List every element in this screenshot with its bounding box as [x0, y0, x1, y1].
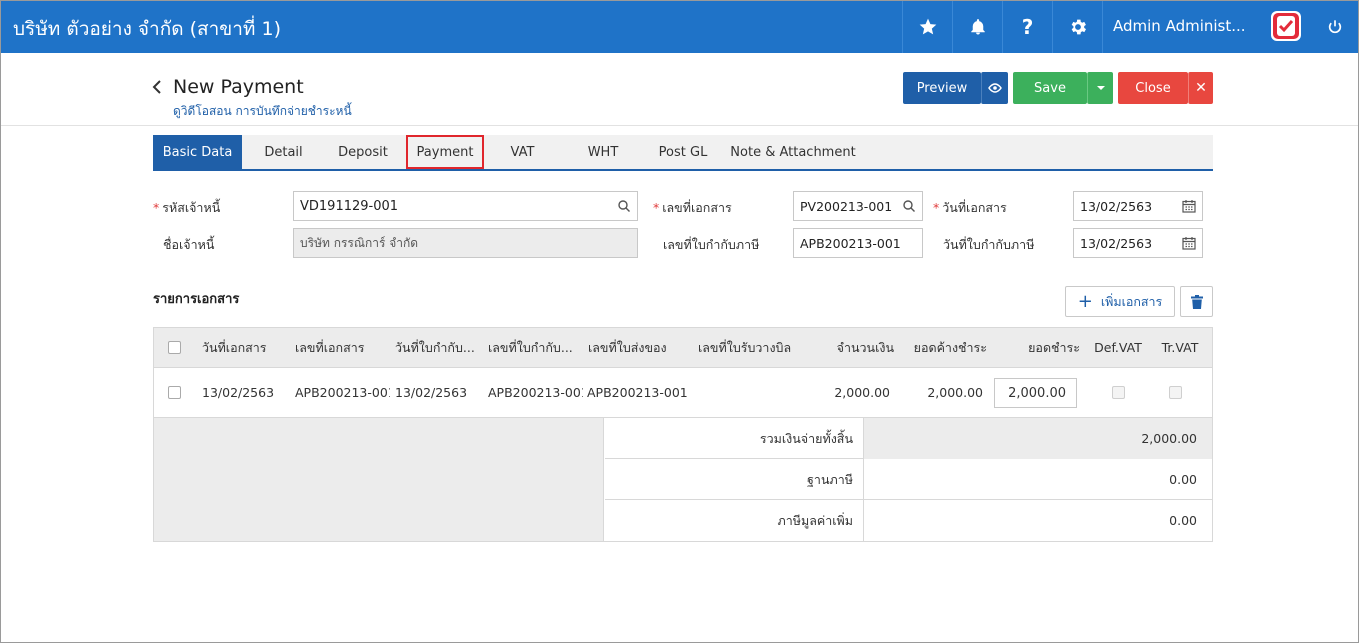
tax-base-value: 0.00: [1169, 472, 1197, 487]
documents-title: รายการเอกสาร: [153, 292, 240, 307]
col-payment[interactable]: ยอดชำระ: [992, 328, 1080, 367]
col-doc-date[interactable]: วันที่เอกสาร: [202, 328, 292, 367]
vat-value: 0.00: [1169, 513, 1197, 528]
tab-vat[interactable]: VAT: [484, 135, 561, 169]
creditor-code-input[interactable]: VD191129-001: [293, 191, 638, 221]
payment-amount-input[interactable]: 2,000.00: [994, 378, 1077, 408]
select-all-checkbox[interactable]: [168, 341, 181, 354]
summary-blank: [154, 418, 604, 541]
search-icon[interactable]: [617, 199, 631, 213]
settings-button[interactable]: [1052, 1, 1102, 53]
tab-deposit[interactable]: Deposit: [325, 135, 401, 169]
preview-button[interactable]: Preview: [903, 72, 981, 104]
app-logo-icon: [1271, 11, 1301, 41]
page-title: New Payment: [173, 76, 304, 98]
summary-tax-base-row: ฐานภาษี 0.00: [605, 459, 1212, 500]
tax-inv-date-input[interactable]: 13/02/2563: [1073, 228, 1203, 258]
cell-doc-date: 13/02/2563: [202, 385, 275, 400]
col-def-vat[interactable]: Def.VAT: [1088, 328, 1148, 367]
col-billing-no[interactable]: เลขที่ใบรับวางบิล: [698, 328, 798, 367]
star-icon: [919, 18, 936, 35]
summary-total-row: รวมเงินจ่ายทั้งสิ้น 2,000.00: [605, 418, 1212, 459]
help-button[interactable]: ?: [1002, 1, 1052, 53]
col-doc-no[interactable]: เลขที่เอกสาร: [295, 328, 390, 367]
vat-label: ภาษีมูลค่าเพิ่ม: [605, 500, 864, 541]
trash-icon: [1190, 294, 1203, 309]
save-button[interactable]: Save: [1013, 72, 1087, 104]
cell-outstanding: 2,000.00: [927, 385, 983, 400]
close-x-button[interactable]: ✕: [1188, 72, 1213, 104]
doc-date-input[interactable]: 13/02/2563: [1073, 191, 1203, 221]
creditor-name-label: ชื่อเจ้าหนี้: [163, 237, 215, 252]
top-bar: บริษัท ตัวอย่าง จำกัด (สาขาที่ 1) ? Admi…: [1, 1, 1358, 53]
doc-no-label: * เลขที่เอกสาร: [653, 200, 732, 215]
close-icon: ✕: [1195, 80, 1207, 96]
tab-bar: Basic Data Detail Deposit Payment VAT WH…: [153, 135, 1213, 171]
table-row[interactable]: 13/02/2563 APB200213-001 13/02/2563 APB2…: [154, 368, 1212, 418]
col-delivery-no[interactable]: เลขที่ใบส่งของ: [588, 328, 688, 367]
back-chevron-icon[interactable]: [149, 76, 165, 98]
eye-icon: [988, 83, 1002, 93]
tax-inv-no-input[interactable]: APB200213-001: [793, 228, 923, 258]
bell-icon: [970, 19, 985, 35]
documents-table: วันที่เอกสาร เลขที่เอกสาร วันที่ใบกำกับ.…: [153, 327, 1213, 542]
caret-down-icon: [1096, 86, 1105, 90]
col-outstanding[interactable]: ยอดค้างชำระ: [899, 328, 987, 367]
creditor-code-label: * รหัสเจ้าหนี้: [153, 200, 221, 215]
doc-no-input[interactable]: PV200213-001: [793, 191, 923, 221]
logout-button[interactable]: [1312, 1, 1358, 53]
table-header: วันที่เอกสาร เลขที่เอกสาร วันที่ใบกำกับ.…: [154, 328, 1212, 368]
tab-payment[interactable]: Payment: [406, 135, 484, 169]
tab-note-attachment[interactable]: Note & Attachment: [726, 135, 860, 169]
cell-amount: 2,000.00: [834, 385, 890, 400]
summary-section: รวมเงินจ่ายทั้งสิ้น 2,000.00 ฐานภาษี 0.0…: [154, 418, 1212, 541]
col-amount[interactable]: จำนวนเงิน: [804, 328, 894, 367]
calendar-icon[interactable]: [1182, 236, 1196, 250]
cell-tax-no: APB200213-001: [488, 385, 583, 400]
search-icon[interactable]: [902, 199, 916, 213]
total-value: 2,000.00: [864, 418, 1212, 459]
tab-basic-data[interactable]: Basic Data: [153, 135, 242, 169]
col-tr-vat[interactable]: Tr.VAT: [1150, 328, 1210, 367]
favorites-button[interactable]: [902, 1, 952, 53]
tax-base-label: ฐานภาษี: [605, 459, 864, 500]
cell-doc-no: APB200213-001: [295, 385, 390, 400]
tutorial-link[interactable]: ดูวิดีโอสอน การบันทึกจ่ายชำระหนี้: [173, 102, 352, 121]
add-document-button[interactable]: + เพิ่มเอกสาร: [1065, 286, 1175, 317]
app-window: บริษัท ตัวอย่าง จำกัด (สาขาที่ 1) ? Admi…: [0, 0, 1359, 643]
col-tax-no[interactable]: เลขที่ใบกำกับ...: [488, 328, 581, 367]
summary-vat-row: ภาษีมูลค่าเพิ่ม 0.00: [605, 500, 1212, 541]
notifications-button[interactable]: [952, 1, 1002, 53]
creditor-name-field: บริษัท กรรณิการ์ จำกัด: [293, 228, 638, 258]
cell-billing-no: [698, 368, 798, 417]
doc-date-label: * วันที่เอกสาร: [933, 200, 1007, 215]
row-checkbox[interactable]: [168, 386, 181, 399]
power-icon: [1328, 20, 1342, 34]
cell-tax-date: 13/02/2563: [395, 385, 468, 400]
tax-inv-date-label: วันที่ใบกำกับภาษี: [943, 237, 1035, 252]
delete-button[interactable]: [1180, 286, 1213, 317]
user-menu[interactable]: Admin Administ...: [1102, 1, 1308, 53]
tr-vat-checkbox[interactable]: [1168, 386, 1182, 399]
preview-eye-button[interactable]: [981, 72, 1008, 104]
def-vat-checkbox[interactable]: [1111, 386, 1125, 399]
tab-wht[interactable]: WHT: [561, 135, 645, 169]
total-label: รวมเงินจ่ายทั้งสิ้น: [605, 418, 864, 459]
gear-icon: [1071, 19, 1086, 35]
user-name: Admin Administ...: [1113, 17, 1246, 35]
company-name[interactable]: บริษัท ตัวอย่าง จำกัด (สาขาที่ 1): [13, 14, 281, 44]
cell-delivery-no: APB200213-001: [587, 385, 687, 400]
help-icon: ?: [1021, 15, 1034, 39]
tab-detail[interactable]: Detail: [242, 135, 325, 169]
plus-icon: +: [1077, 290, 1093, 312]
calendar-icon[interactable]: [1182, 199, 1196, 213]
divider: [1, 125, 1358, 126]
tax-inv-no-label: เลขที่ใบกำกับภาษี: [663, 237, 760, 252]
tab-post-gl[interactable]: Post GL: [645, 135, 721, 169]
col-tax-date[interactable]: วันที่ใบกำกับ...: [395, 328, 485, 367]
save-dropdown-button[interactable]: [1087, 72, 1113, 104]
close-button[interactable]: Close: [1118, 72, 1188, 104]
